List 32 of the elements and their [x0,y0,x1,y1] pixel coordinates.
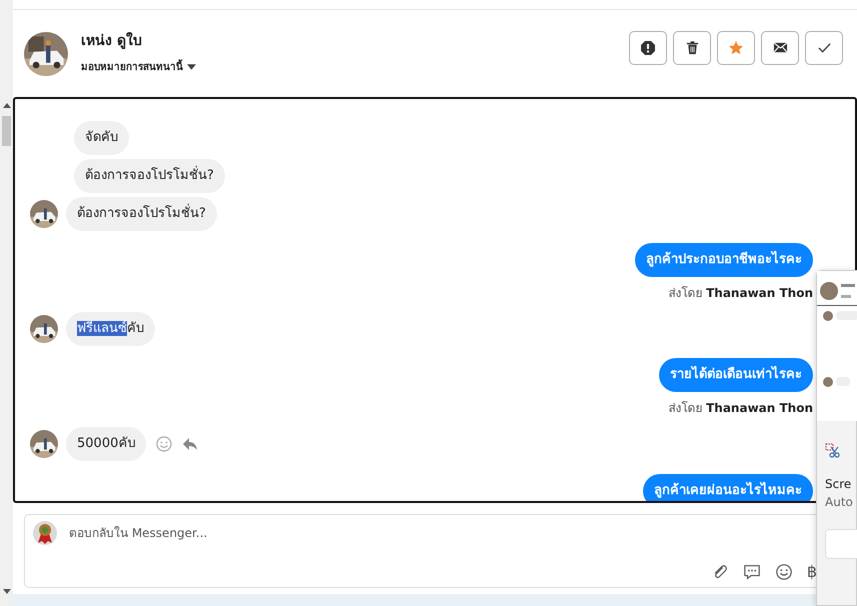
message-bubble: 50000คับ [66,427,146,461]
caret-icon [187,64,196,70]
mail-icon [772,40,788,55]
alert-icon [640,40,656,56]
contact-name: เหน่ง ดูใบ [81,31,143,51]
alert-button[interactable] [629,30,667,64]
medal-avatar-icon [33,521,57,545]
message-bubble: ฟรีแลนซ์คับ [66,312,155,346]
scroll-up-icon[interactable] [2,103,10,108]
sender-label: ส่งโดย Thanawan Thon [668,400,813,417]
star-icon [728,40,744,56]
message-bubble: ต้องการจองโปรโมชั่น? [66,197,217,231]
smiley-icon[interactable] [774,562,793,580]
trash-button[interactable] [673,30,711,64]
message-bubble: ลูกค้าเคยผ่อนอะไรไหมคะ [643,474,813,501]
scissors-icon [825,443,841,459]
scrollbar-thumb[interactable] [2,116,11,146]
sender-label: ส่งโดย Thanawan Thon [668,285,813,302]
chat-bubble-icon[interactable] [742,562,761,580]
notification-subtitle: Auto [825,495,853,509]
message-bubble: ลูกค้าประกอบอาชีพอะไรคะ [635,243,813,277]
reply-icon[interactable] [182,436,198,452]
message-bubble: จัดคับ [74,121,129,155]
assign-dropdown[interactable]: มอบหมายการสนทนานี้ [81,59,196,74]
star-button[interactable] [717,30,755,64]
message-bubble: รายได้ต่อเดือนเท่าไรคะ [659,358,813,392]
check-button[interactable] [805,30,843,64]
payment-button[interactable]: ฿ [806,562,817,581]
mail-button[interactable] [761,30,799,64]
notification-title: Scre [825,477,852,491]
message-bubble: ต้องการจองโปรโมชั่น? [74,159,225,193]
trash-icon [684,40,700,55]
